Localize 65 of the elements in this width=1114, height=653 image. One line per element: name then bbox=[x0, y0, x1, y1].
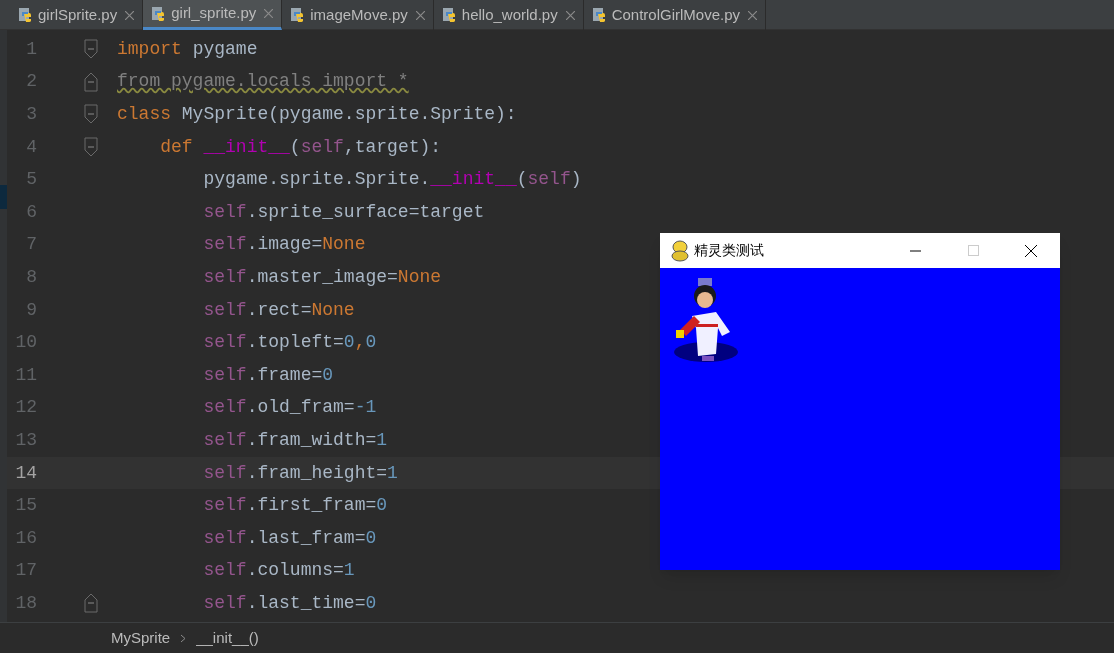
line-number: 14 bbox=[14, 461, 37, 485]
close-icon[interactable] bbox=[748, 10, 758, 20]
line-number: 5 bbox=[25, 168, 37, 192]
line-number: 10 bbox=[14, 331, 37, 355]
line-number: 12 bbox=[14, 396, 37, 420]
code-line: self.last_time=0 bbox=[202, 591, 377, 615]
file-tab[interactable]: hello_world.py bbox=[433, 0, 584, 30]
code-line: self.columns=1 bbox=[202, 559, 355, 583]
code-line: self.old_fram=-1 bbox=[202, 396, 377, 420]
line-number: 3 bbox=[25, 103, 37, 126]
code-line: self.rect=None bbox=[202, 298, 355, 322]
close-icon[interactable] bbox=[565, 10, 575, 20]
close-icon[interactable] bbox=[415, 10, 425, 20]
line-number: 13 bbox=[14, 428, 37, 452]
code-line: def __init__(self,target): bbox=[159, 135, 442, 159]
line-number: 7 bbox=[25, 233, 37, 257]
line-number: 8 bbox=[25, 265, 37, 289]
line-number: 4 bbox=[25, 135, 37, 159]
code-line: self.master_image=None bbox=[202, 265, 442, 289]
code-line: self.sprite_surface=target bbox=[202, 200, 485, 224]
code-line: self.fram_width=1 bbox=[202, 428, 388, 452]
line-number: 1 bbox=[25, 37, 37, 61]
fold-marker-icon[interactable] bbox=[84, 593, 98, 614]
breadcrumb-item[interactable]: __init__() bbox=[196, 626, 259, 650]
close-icon[interactable] bbox=[264, 9, 274, 18]
fold-marker-icon[interactable] bbox=[84, 137, 98, 158]
line-number: 2 bbox=[25, 70, 37, 94]
code-line: from pygame.locals import * bbox=[116, 70, 409, 94]
code-line: class MySprite(pygame.sprite.Sprite): bbox=[116, 103, 517, 126]
line-number: 17 bbox=[14, 559, 37, 583]
code-line: import pygame bbox=[116, 37, 258, 61]
python-file-icon bbox=[18, 7, 34, 23]
python-file-icon bbox=[441, 7, 458, 23]
line-number: 11 bbox=[14, 363, 37, 387]
line-number: 9 bbox=[25, 298, 37, 322]
maximize-icon bbox=[967, 245, 979, 256]
scroll-marker bbox=[0, 185, 7, 209]
fold-marker-icon[interactable] bbox=[84, 71, 98, 92]
tab-label: ControlGirlMove.py bbox=[611, 4, 741, 25]
tab-label: hello_world.py bbox=[461, 4, 558, 25]
code-line: self.fram_height=1 bbox=[202, 461, 398, 485]
file-tab[interactable]: imageMove.py bbox=[282, 0, 434, 30]
fold-marker-icon[interactable] bbox=[84, 104, 98, 125]
python-file-icon bbox=[591, 7, 608, 23]
fold-marker-icon[interactable] bbox=[84, 39, 98, 60]
code-line: self.first_fram=0 bbox=[202, 494, 388, 518]
line-number: 16 bbox=[14, 526, 37, 550]
tab-label: imageMove.py bbox=[310, 4, 408, 25]
code-line: self.frame=0 bbox=[202, 363, 334, 387]
breadcrumb-item[interactable]: MySprite bbox=[111, 626, 171, 650]
code-line: self.topleft=0,0 bbox=[202, 331, 377, 355]
close-icon bbox=[1025, 244, 1037, 257]
window-title: 精灵类测试 bbox=[694, 241, 764, 260]
tab-label: girl_sprite.py bbox=[171, 3, 257, 24]
chevron-icon bbox=[180, 633, 187, 643]
line-number: 18 bbox=[14, 591, 37, 615]
file-tab[interactable]: ControlGirlMove.py bbox=[583, 0, 767, 30]
line-number: 6 bbox=[25, 200, 37, 224]
file-tab[interactable]: girl_sprite.py bbox=[143, 0, 283, 30]
tab-label: girlSprite.py bbox=[38, 4, 118, 25]
code-line: self.image=None bbox=[202, 233, 366, 257]
code-line: pygame.sprite.Sprite.__init__(self) bbox=[202, 168, 582, 192]
code-line: self.last_fram=0 bbox=[202, 526, 377, 550]
line-number: 15 bbox=[14, 494, 37, 518]
close-icon[interactable] bbox=[125, 10, 135, 20]
